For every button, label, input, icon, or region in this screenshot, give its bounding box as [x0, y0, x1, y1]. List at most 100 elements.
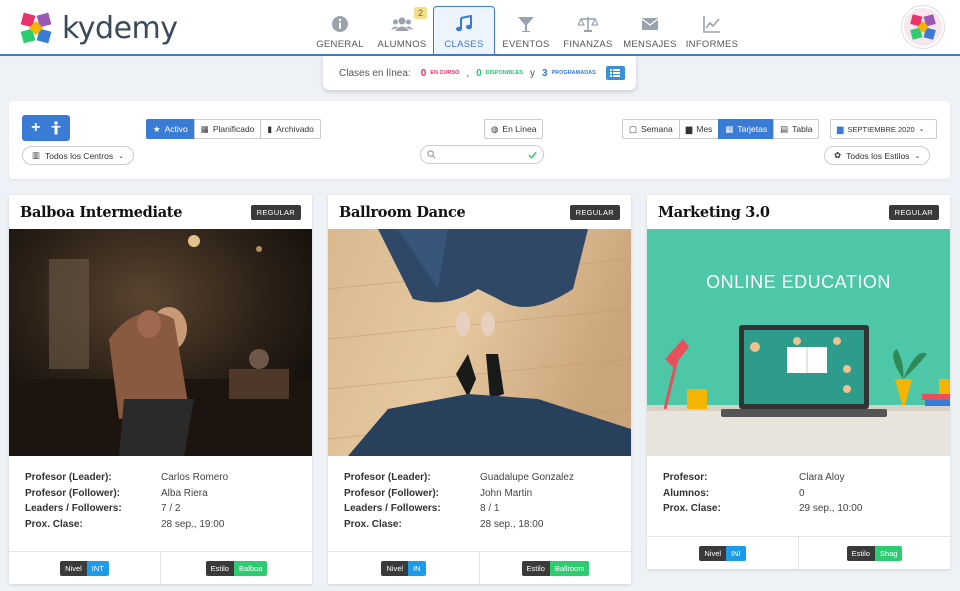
class-type-tag: REGULAR	[250, 205, 301, 220]
detail-value: Alba Riera	[161, 487, 208, 499]
view-tarjetas-button[interactable]: ▦ Tarjetas	[718, 119, 775, 139]
detail-row: Profesor (Leader): Guadalupe Gonzalez	[344, 470, 615, 486]
brand-name: kydemy	[62, 10, 178, 46]
nav-label: EVENTOS	[502, 39, 550, 50]
notification-badge: 2	[413, 7, 427, 19]
style-chip[interactable]: Estilo Ballroom	[521, 560, 590, 576]
user-avatar[interactable]	[902, 6, 944, 48]
search-input[interactable]	[420, 145, 544, 164]
calendar-icon: ▢	[629, 123, 638, 134]
detail-row: Profesor (Follower): John Martin	[344, 486, 615, 502]
calendar-icon: ▦	[200, 123, 209, 134]
table-icon: ▤	[780, 123, 789, 134]
style-chip[interactable]: Estilo Shag	[846, 545, 903, 561]
detail-row: Leaders / Followers: 8 / 1	[344, 501, 615, 517]
envelope-icon	[641, 18, 659, 30]
status-activo-button[interactable]: ★ Activo	[146, 119, 195, 139]
online-filter-label: En Línea	[502, 124, 537, 134]
nav-informes[interactable]: INFORMES	[681, 6, 743, 54]
nav-eventos[interactable]: EVENTOS	[495, 6, 557, 54]
detail-value: Guadalupe Gonzalez	[480, 472, 574, 484]
detail-row: Profesor (Follower): Alba Riera	[25, 486, 296, 502]
class-type-tag: REGULAR	[888, 205, 939, 220]
level-value: IN	[408, 560, 426, 576]
nav-label: FINANZAS	[563, 39, 613, 50]
detail-key: Prox. Clase:	[25, 518, 83, 530]
class-type-tag: REGULAR	[569, 205, 620, 220]
card-footer: Nivel INT Estilo Balboa	[9, 551, 312, 584]
view-label: Tabla	[792, 124, 813, 134]
style-value: Shag	[874, 545, 903, 561]
status-filter: ★ Activo ▦ Planificado ▮ Archivado	[146, 119, 321, 139]
detail-key: Profesor (Leader):	[25, 472, 112, 484]
brand-logo[interactable]: kydemy	[18, 10, 178, 46]
chevron-down-icon: ⌄	[118, 152, 124, 160]
view-mes-button[interactable]: ▆ Mes	[678, 119, 720, 139]
view-tabla-button[interactable]: ▤ Tabla	[773, 119, 820, 139]
search-icon	[427, 150, 436, 159]
detail-key: Prox. Clase:	[344, 518, 402, 530]
detail-value: 29 sep., 10:00	[799, 503, 863, 515]
detail-key: Leaders / Followers:	[344, 503, 441, 515]
centers-dropdown[interactable]: ▥ Todos los Centros ⌄	[22, 146, 134, 165]
detail-row: Prox. Clase: 28 sep., 18:00	[344, 517, 615, 533]
styles-dropdown[interactable]: ✿ Todos los Estilos ⌄	[824, 146, 931, 165]
info-icon	[332, 16, 348, 32]
cocktail-icon	[518, 17, 534, 32]
separator: ,	[466, 67, 470, 79]
nav-finanzas[interactable]: FINANZAS	[557, 6, 619, 54]
status-label: Planificado	[212, 124, 255, 134]
kydemy-logo-icon	[910, 14, 936, 40]
nav-general[interactable]: GENERAL	[309, 6, 371, 54]
class-card[interactable]: Ballroom Dance REGULAR Profesor (Leader)…	[328, 195, 631, 584]
class-image	[9, 229, 312, 456]
status-label: Archivado	[276, 124, 314, 134]
calendar-icon: ▆	[837, 123, 844, 134]
level-chip[interactable]: Nivel IN	[381, 560, 426, 576]
list-icon	[610, 69, 621, 77]
in-progress-label: en curso	[430, 70, 460, 76]
view-semana-button[interactable]: ▢ Semana	[622, 119, 680, 139]
style-chip[interactable]: Estilo Balboa	[205, 560, 268, 576]
card-title: Balboa Intermediate	[20, 204, 183, 221]
nav-mensajes[interactable]: MENSAJES	[619, 6, 681, 54]
nav-alumnos[interactable]: 2 ALUMNOS	[371, 6, 433, 54]
list-button[interactable]	[605, 66, 625, 80]
online-prefix: Clases en línea:	[339, 67, 411, 79]
class-card[interactable]: Marketing 3.0 REGULAR ONLINE EDUCATION P…	[647, 195, 950, 569]
detail-value: 0	[799, 487, 805, 499]
status-archivado-button[interactable]: ▮ Archivado	[260, 119, 321, 139]
grid-icon: ▦	[725, 123, 734, 134]
available-count: 0	[476, 67, 482, 79]
detail-key: Prox. Clase:	[663, 503, 721, 515]
detail-row: Prox. Clase: 28 sep., 19:00	[25, 517, 296, 533]
card-details: Profesor: Clara Aloy Alumnos: 0 Prox. Clas…	[647, 456, 950, 536]
online-filter-button[interactable]: ◍ En Línea	[484, 119, 544, 139]
level-value: INI	[726, 545, 746, 561]
in-progress-count: 0	[420, 67, 427, 79]
view-label: Tarjetas	[737, 124, 768, 134]
star-icon: ★	[153, 123, 161, 134]
class-card[interactable]: Balboa Intermediate REGULAR Profesor (Le…	[9, 195, 312, 584]
scheduled-label: programadas	[551, 70, 596, 76]
card-footer: Nivel INI Estilo Shag	[647, 536, 950, 569]
level-chip[interactable]: Nivel INT	[60, 560, 109, 576]
filter-panel: + ★ Activo ▦ Planificado ▮ Archivado ◍ En Lí…	[9, 101, 950, 179]
card-header: Marketing 3.0 REGULAR	[647, 195, 950, 229]
level-label: Nivel	[381, 560, 409, 576]
level-label: Nivel	[699, 545, 727, 561]
nav-label: CLASES	[444, 39, 484, 50]
detail-key: Profesor (Follower):	[344, 487, 440, 499]
kydemy-logo-icon	[20, 12, 52, 44]
add-class-button[interactable]: +	[22, 115, 70, 141]
status-planificado-button[interactable]: ▦ Planificado	[193, 119, 262, 139]
globe-icon: ◍	[491, 123, 499, 134]
detail-value: 28 sep., 18:00	[480, 518, 544, 530]
detail-row: Prox. Clase: 29 sep., 10:00	[663, 501, 934, 517]
level-chip[interactable]: Nivel INI	[699, 545, 746, 561]
detail-value: 28 sep., 19:00	[161, 518, 225, 530]
card-details: Profesor (Leader): Guadalupe Gonzalez Pro…	[328, 456, 631, 551]
month-selector[interactable]: ▆ SEPTIEMBRE 2020 ⌄	[830, 119, 937, 139]
nav-label: INFORMES	[685, 39, 739, 50]
nav-clases[interactable]: CLASES	[433, 6, 495, 54]
